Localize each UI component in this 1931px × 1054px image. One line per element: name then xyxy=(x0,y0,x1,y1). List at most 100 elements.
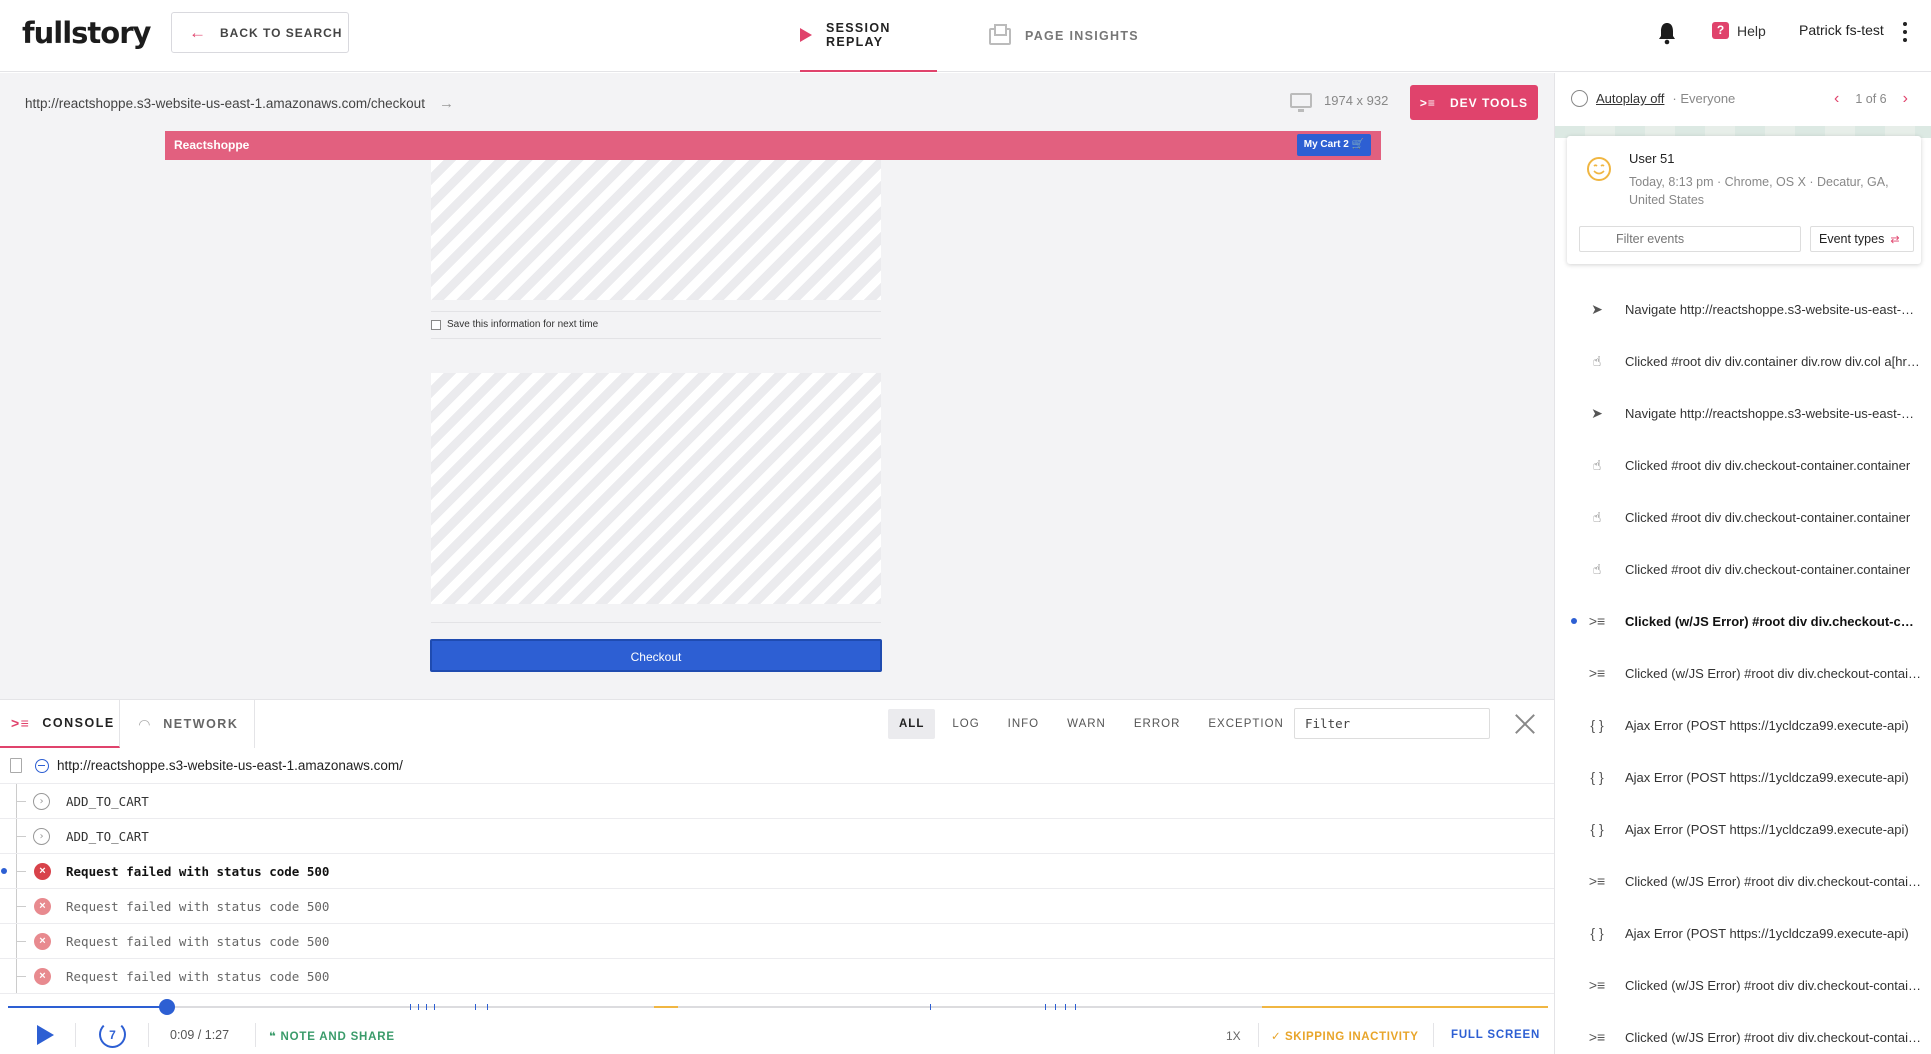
checkout-button[interactable]: Checkout xyxy=(430,639,882,672)
save-info-checkbox[interactable]: Save this information for next time xyxy=(431,319,598,330)
console-row-text: ADD_TO_CART xyxy=(66,828,149,844)
tab-session-replay[interactable]: SESSION REPLAY xyxy=(800,0,937,72)
user-menu[interactable]: Patrick fs-test xyxy=(1799,22,1884,38)
replayed-site: Reactshoppe My Cart 2 🛒 Save this inform… xyxy=(165,131,1381,699)
event-item[interactable]: ☝ Clicked #root div div.checkout-containe… xyxy=(1555,543,1931,595)
divider xyxy=(431,311,881,312)
help-button[interactable]: ? Help xyxy=(1712,22,1766,39)
navigate-icon: ➤ xyxy=(1591,300,1603,317)
help-label: Help xyxy=(1737,22,1766,39)
save-info-label: Save this information for next time xyxy=(447,319,599,330)
terminal-icon: >≡ xyxy=(1588,665,1606,681)
dev-tools-button[interactable]: >≡ DEV TOOLS xyxy=(1410,85,1538,120)
level-all[interactable]: ALL xyxy=(888,709,936,739)
level-warn[interactable]: WARN xyxy=(1056,709,1117,739)
console-row-current[interactable]: × Request failed with status code 500 xyxy=(0,854,1554,889)
back-to-search-button[interactable]: ← BACK TO SEARCH xyxy=(171,12,349,53)
click-hand-icon: ☝ xyxy=(1592,352,1602,369)
console-filter-input[interactable] xyxy=(1294,708,1490,739)
divider xyxy=(255,1023,256,1047)
tab-network[interactable]: ◠ NETWORK xyxy=(120,700,255,748)
event-item[interactable]: { } Ajax Error (POST https://1ycldcza99.e… xyxy=(1555,907,1931,959)
autoplay-label[interactable]: Autoplay off xyxy=(1596,91,1664,106)
event-item[interactable]: >≡ Clicked (w/JS Error) #root div div.che… xyxy=(1555,1011,1931,1054)
event-text: Ajax Error (POST https://1ycldcza99.exec… xyxy=(1625,821,1909,837)
console-row[interactable]: × Request failed with status code 500 xyxy=(0,959,1554,994)
event-text: Clicked (w/JS Error) #root div div.check… xyxy=(1625,1029,1921,1045)
event-text: Ajax Error (POST https://1ycldcza99.exec… xyxy=(1625,717,1909,733)
rewind-7s-icon[interactable]: 7 xyxy=(99,1021,126,1048)
braces-icon: { } xyxy=(1590,925,1604,941)
inactivity-segment xyxy=(654,1006,678,1008)
event-item[interactable]: { } Ajax Error (POST https://1ycldcza99.e… xyxy=(1555,699,1931,751)
masked-address-block xyxy=(431,373,881,604)
terminal-icon: >≡ xyxy=(1588,977,1606,993)
chevron-left-icon[interactable]: ‹ xyxy=(1834,90,1839,108)
event-text: Clicked #root div div.checkout-container… xyxy=(1625,561,1911,577)
arrow-right-icon[interactable]: → xyxy=(439,95,454,112)
divider xyxy=(431,622,881,623)
collapse-icon[interactable] xyxy=(35,758,49,773)
tree-line xyxy=(16,941,26,942)
event-item[interactable]: ☝ Clicked #root div div.checkout-containe… xyxy=(1555,439,1931,491)
event-filter-input[interactable] xyxy=(1579,226,1801,252)
braces-icon: { } xyxy=(1590,769,1604,785)
level-error[interactable]: ERROR xyxy=(1123,709,1192,739)
timeline-scrubber-handle[interactable] xyxy=(158,999,175,1015)
close-console-icon[interactable] xyxy=(1513,712,1537,736)
chevron-right-icon[interactable]: › xyxy=(33,827,50,845)
fullstory-logo[interactable]: fullstory xyxy=(22,16,151,50)
tab-console[interactable]: >≡ CONSOLE xyxy=(0,700,120,748)
event-item[interactable]: ➤ Navigate http://reactshoppe.s3-website-… xyxy=(1555,387,1931,439)
viewport-size-label: 1974 x 932 xyxy=(1324,93,1389,108)
terminal-icon: >≡ xyxy=(1588,613,1606,629)
console-row[interactable]: › ADD_TO_CART xyxy=(0,819,1554,854)
notifications-bell-icon[interactable] xyxy=(1656,21,1678,45)
event-item[interactable]: >≡ Clicked (w/JS Error) #root div div.che… xyxy=(1555,595,1931,647)
console-row[interactable]: × Request failed with status code 500 xyxy=(0,889,1554,924)
event-text: Navigate http://reactshoppe.s3-website-u… xyxy=(1625,301,1921,317)
event-item[interactable]: { } Ajax Error (POST https://1ycldcza99.e… xyxy=(1555,803,1931,855)
console-page-row[interactable]: http://reactshoppe.s3-website-us-east-1.… xyxy=(0,748,1554,784)
error-icon: × xyxy=(34,862,51,880)
user-name[interactable]: User 51 xyxy=(1629,151,1675,166)
top-nav: fullstory ← BACK TO SEARCH SESSION REPLA… xyxy=(0,0,1931,72)
event-item[interactable]: >≡ Clicked (w/JS Error) #root div div.che… xyxy=(1555,855,1931,907)
full-screen-button[interactable]: FULL SCREEN xyxy=(1451,1029,1540,1041)
more-options-icon[interactable] xyxy=(1902,22,1908,42)
event-types-button[interactable]: Event types ⇄ xyxy=(1810,226,1914,252)
page-insights-icon xyxy=(989,23,1011,45)
my-cart-button[interactable]: My Cart 2 🛒 xyxy=(1296,134,1371,156)
event-item[interactable]: >≡ Clicked (w/JS Error) #root div div.che… xyxy=(1555,959,1931,1011)
checkbox-icon[interactable] xyxy=(431,319,441,330)
event-item[interactable]: ➤ Navigate http://reactshoppe.s3-website-… xyxy=(1555,283,1931,335)
chevron-right-icon[interactable]: › xyxy=(33,792,50,810)
site-brand[interactable]: Reactshoppe xyxy=(174,138,249,152)
event-text: Clicked (w/JS Error) #root div div.check… xyxy=(1625,873,1921,889)
playback-speed-button[interactable]: 1X xyxy=(1226,1029,1241,1043)
event-item[interactable]: >≡ Clicked (w/JS Error) #root div div.che… xyxy=(1555,647,1931,699)
divider xyxy=(431,338,881,339)
terminal-icon: >≡ xyxy=(1588,1029,1606,1045)
console-row[interactable]: › ADD_TO_CART xyxy=(0,784,1554,819)
play-button-icon[interactable] xyxy=(37,1025,54,1045)
replay-timeline[interactable] xyxy=(0,995,1554,1015)
event-item[interactable]: ☝ Clicked #root div div.checkout-containe… xyxy=(1555,491,1931,543)
note-and-share-button[interactable]: ❝ NOTE AND SHARE xyxy=(269,1029,395,1043)
site-header: Reactshoppe My Cart 2 🛒 xyxy=(165,131,1381,160)
level-exception[interactable]: EXCEPTION xyxy=(1197,709,1294,739)
tab-network-label: NETWORK xyxy=(163,717,239,731)
event-item[interactable]: { } Ajax Error (POST https://1ycldcza99.e… xyxy=(1555,751,1931,803)
autoplay-scope: · Everyone xyxy=(1672,91,1736,106)
skipping-inactivity-toggle[interactable]: ✓ SKIPPING INACTIVITY xyxy=(1271,1029,1418,1043)
level-info[interactable]: INFO xyxy=(997,709,1050,739)
chevron-right-icon[interactable]: › xyxy=(1903,90,1908,108)
tab-page-insights[interactable]: PAGE INSIGHTS xyxy=(989,0,1139,72)
terminal-icon: >≡ xyxy=(11,715,31,731)
console-row[interactable]: × Request failed with status code 500 xyxy=(0,924,1554,959)
dev-tools-console: >≡ CONSOLE ◠ NETWORK ALL LOG INFO WARN E… xyxy=(0,699,1554,995)
click-hand-icon: ☝ xyxy=(1592,508,1602,525)
event-item[interactable]: ☝ Clicked #root div div.container div.row… xyxy=(1555,335,1931,387)
autoplay-toggle[interactable]: Autoplay off · Everyone xyxy=(1571,90,1735,107)
level-log[interactable]: LOG xyxy=(941,709,990,739)
